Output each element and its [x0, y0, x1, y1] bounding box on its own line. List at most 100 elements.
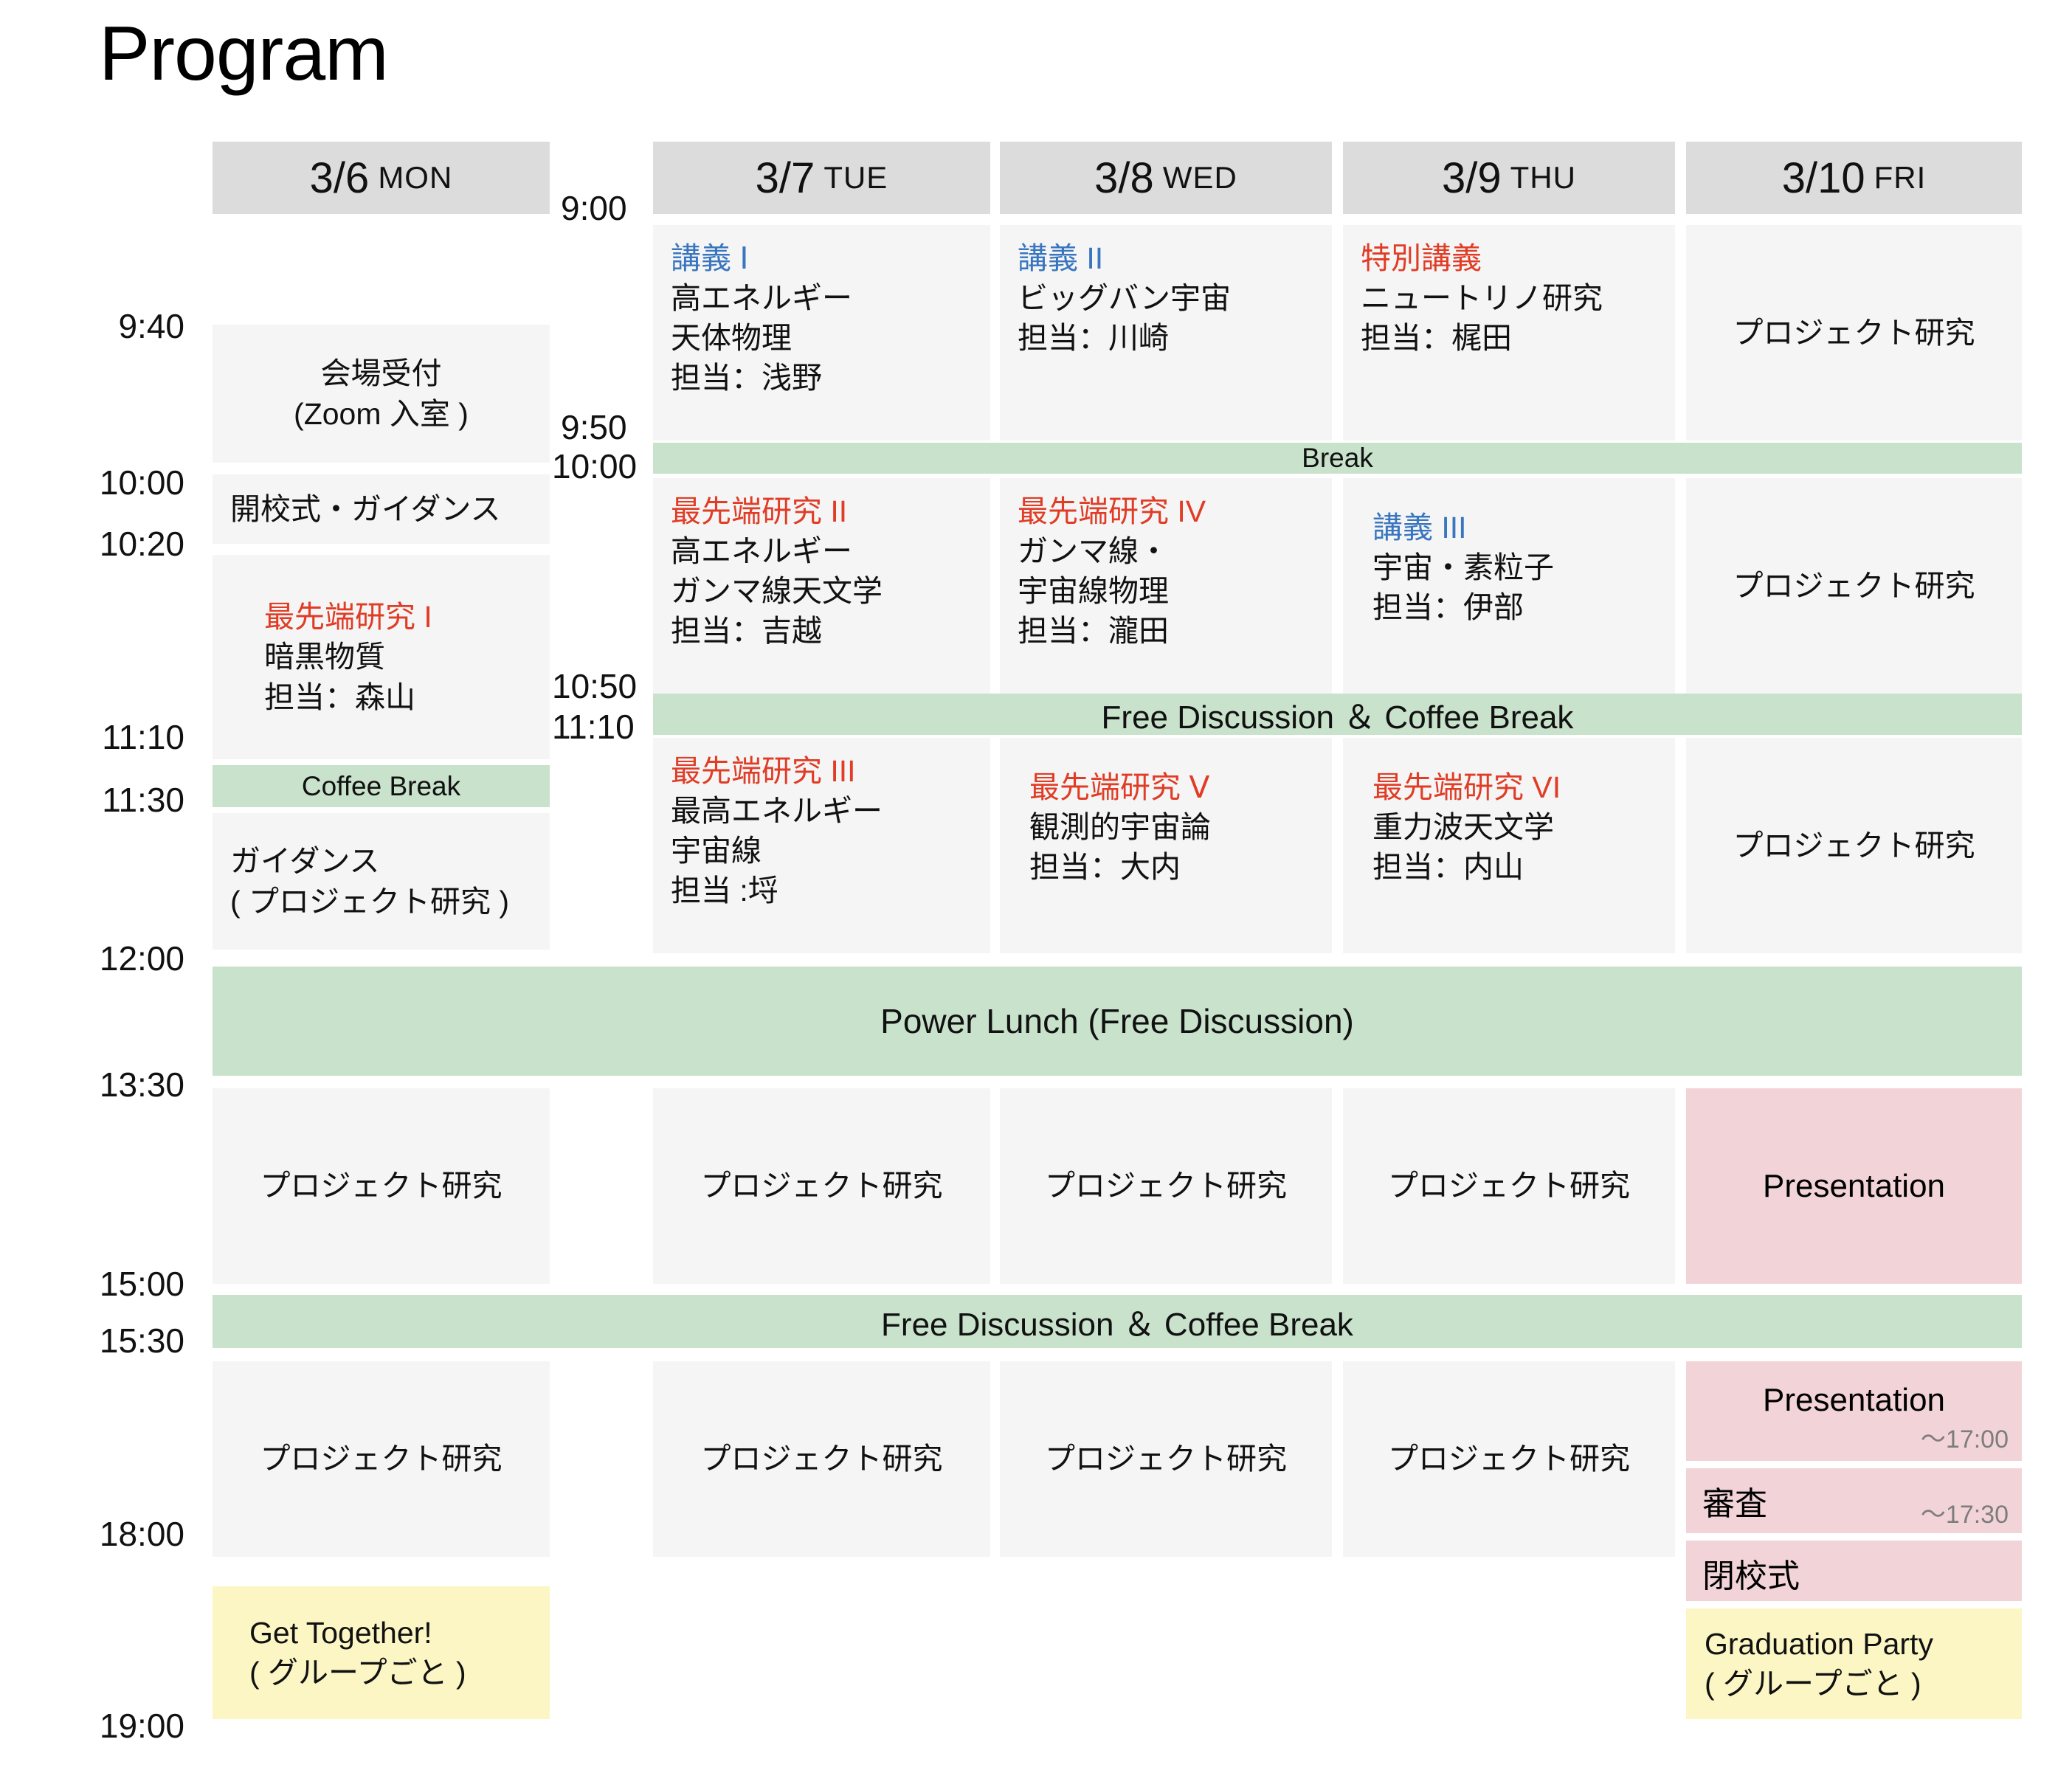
wed-am1-line1: ビッグバン宇宙	[1018, 281, 1232, 316]
thu-pm1-label: プロジェクト研究	[1388, 1169, 1630, 1203]
fri-closing-cell: 閉校式	[1686, 1541, 2022, 1601]
thu-am3-line1: 重力波天文学	[1372, 810, 1554, 845]
thu-am1-cell: 特別講義 ニュートリノ研究 担当：梶田	[1343, 225, 1675, 440]
time-label-1000-left: 10:00	[99, 463, 184, 502]
wed-am3-line2: 担当：大内	[1029, 850, 1181, 885]
wed-am1-cell: 講義 II ビッグバン宇宙 担当：川崎	[1000, 225, 1332, 440]
tue-am1-line3: 担当：浅野	[671, 361, 822, 395]
power-lunch-band: Power Lunch (Free Discussion)	[213, 967, 2022, 1076]
mon-guidance-line2: ( プロジェクト研究 )	[230, 884, 510, 919]
thu-am2-line1: 宇宙・素粒子	[1372, 550, 1554, 585]
day-header-thu: 3/9 THU	[1343, 142, 1675, 214]
tue-am2-cell: 最先端研究 II 高エネルギー ガンマ線天文学 担当：吉越	[653, 478, 990, 694]
tue-am1-title: 講義 Ⅰ	[671, 241, 749, 275]
day-header-thu-dow: THU	[1510, 160, 1576, 195]
fri-graduation-party-cell: Graduation Party ( グループごと )	[1686, 1608, 2022, 1719]
wed-am2-line1: ガンマ線・	[1018, 534, 1169, 569]
thu-am2-title: 講義 III	[1372, 511, 1467, 545]
day-header-tue-dow: TUE	[823, 160, 888, 195]
mon-research1-line2: 担当：森山	[264, 680, 415, 714]
thu-am2-cell: 講義 III 宇宙・素粒子 担当：伊部	[1343, 478, 1675, 694]
free-discussion-pm-label: Free Discussion ＆ Coffee Break	[881, 1307, 1353, 1343]
day-header-mon-dow: MON	[378, 160, 453, 195]
fri-presentation-pm-label: Presentation	[1762, 1167, 1946, 1204]
mon-reception-cell: 会場受付 (Zoom 入室 )	[213, 325, 550, 463]
program-schedule-page: Program 3/6 MON 3/7 TUE 3/8 WED 3/9 THU …	[0, 0, 2072, 1787]
time-label-1020: 10:20	[99, 525, 184, 563]
wed-am1-title: 講義 II	[1018, 241, 1104, 275]
mon-guidance-cell: ガイダンス ( プロジェクト研究 )	[213, 813, 550, 950]
mon-opening-label: 開校式・ガイダンス	[230, 491, 501, 526]
mon-pm2-label: プロジェクト研究	[260, 1442, 503, 1476]
thu-am3-title: 最先端研究 VI	[1372, 770, 1561, 804]
wed-pm2-cell: プロジェクト研究	[1000, 1361, 1332, 1557]
mon-pm1-label: プロジェクト研究	[260, 1169, 503, 1203]
power-lunch-label: Power Lunch (Free Discussion)	[880, 1002, 1354, 1040]
tue-am1-cell: 講義 Ⅰ 高エネルギー 天体物理 担当：浅野	[653, 225, 990, 440]
tue-pm2-label: プロジェクト研究	[700, 1442, 943, 1476]
fri-am2-label: プロジェクト研究	[1733, 568, 1975, 603]
wed-am3-title: 最先端研究 Ⅴ	[1029, 770, 1210, 804]
mon-coffee-break-label: Coffee Break	[301, 770, 461, 801]
tue-am2-line3: 担当：吉越	[671, 614, 822, 649]
day-header-fri-dow: FRI	[1874, 160, 1927, 195]
time-label-1500: 15:00	[99, 1265, 184, 1303]
mon-research1-cell: 最先端研究 I 暗黒物質 担当：森山	[213, 555, 550, 759]
thu-am1-line1: ニュートリノ研究	[1361, 281, 1603, 316]
free-discussion-pm-band: Free Discussion ＆ Coffee Break	[213, 1295, 2022, 1348]
thu-am2-line2: 担当：伊部	[1372, 590, 1524, 625]
fri-closing-label: 閉校式	[1702, 1558, 1800, 1594]
fri-graduation-party-line2: ( グループごと )	[1705, 1667, 1921, 1701]
free-discussion-am-label: Free Discussion ＆ Coffee Break	[1101, 699, 1574, 736]
tue-am2-line1: 高エネルギー	[671, 534, 852, 569]
mon-get-together-line1: Get Together!	[249, 1615, 432, 1650]
time-label-1800: 18:00	[99, 1515, 184, 1553]
day-header-wed-dow: WED	[1162, 160, 1237, 195]
mon-guidance-line1: ガイダンス	[230, 844, 380, 879]
wed-am3-line1: 観測的宇宙論	[1029, 810, 1211, 845]
day-header-mon-date: 3/6	[309, 153, 370, 202]
tue-am1-line1: 高エネルギー	[671, 281, 852, 316]
tue-am3-cell: 最先端研究 III 最高エネルギー 宇宙線 担当 :埒	[653, 738, 990, 953]
tue-pm1-cell: プロジェクト研究	[653, 1088, 990, 1284]
wed-pm1-cell: プロジェクト研究	[1000, 1088, 1332, 1284]
wed-am2-cell: 最先端研究 IV ガンマ線・ 宇宙線物理 担当：瀧田	[1000, 478, 1332, 694]
fri-review-cell: 審査 〜17:30	[1686, 1468, 2022, 1533]
tue-pm1-label: プロジェクト研究	[700, 1169, 943, 1203]
thu-am3-line2: 担当：内山	[1372, 850, 1524, 885]
fri-am1-cell: プロジェクト研究	[1686, 225, 2022, 440]
tue-am2-title: 最先端研究 II	[671, 494, 848, 528]
mon-opening-cell: 開校式・ガイダンス	[213, 474, 550, 544]
time-label-1530: 15:30	[99, 1321, 184, 1360]
thu-pm2-label: プロジェクト研究	[1388, 1442, 1630, 1476]
page-title: Program	[99, 11, 389, 97]
day-header-thu-date: 3/9	[1442, 153, 1502, 202]
thu-pm1-cell: プロジェクト研究	[1343, 1088, 1675, 1284]
fri-review-endtime: 〜17:30	[1920, 1501, 2009, 1529]
wed-am2-title: 最先端研究 IV	[1018, 494, 1206, 528]
tue-am3-title: 最先端研究 III	[671, 754, 856, 788]
fri-am3-label: プロジェクト研究	[1733, 828, 1975, 863]
break-band: Break	[653, 443, 2022, 474]
fri-graduation-party-line1: Graduation Party	[1705, 1626, 1933, 1661]
day-header-wed: 3/8 WED	[1000, 142, 1332, 214]
tue-am3-line3: 担当 :埒	[671, 874, 778, 908]
fri-presentation2-label: Presentation	[1762, 1382, 1946, 1418]
thu-am3-cell: 最先端研究 VI 重力波天文学 担当：内山	[1343, 738, 1675, 953]
day-header-wed-date: 3/8	[1094, 153, 1154, 202]
fri-review-label: 審査	[1702, 1486, 1767, 1522]
wed-pm1-label: プロジェクト研究	[1045, 1169, 1287, 1203]
tue-am3-line2: 宇宙線	[671, 834, 762, 868]
mon-pm1-cell: プロジェクト研究	[213, 1088, 550, 1284]
day-header-mon: 3/6 MON	[213, 142, 550, 214]
wed-am2-line2: 宇宙線物理	[1018, 574, 1169, 609]
time-label-0900-mid: 9:00	[561, 189, 627, 227]
wed-am3-cell: 最先端研究 Ⅴ 観測的宇宙論 担当：大内	[1000, 738, 1332, 953]
day-header-tue-date: 3/7	[755, 153, 815, 202]
thu-am1-line2: 担当：梶田	[1361, 321, 1512, 356]
thu-pm2-cell: プロジェクト研究	[1343, 1361, 1675, 1557]
break-band-label: Break	[1302, 443, 1373, 473]
tue-am1-line2: 天体物理	[671, 321, 792, 356]
wed-pm2-label: プロジェクト研究	[1045, 1442, 1287, 1476]
time-label-0940: 9:40	[118, 307, 184, 345]
